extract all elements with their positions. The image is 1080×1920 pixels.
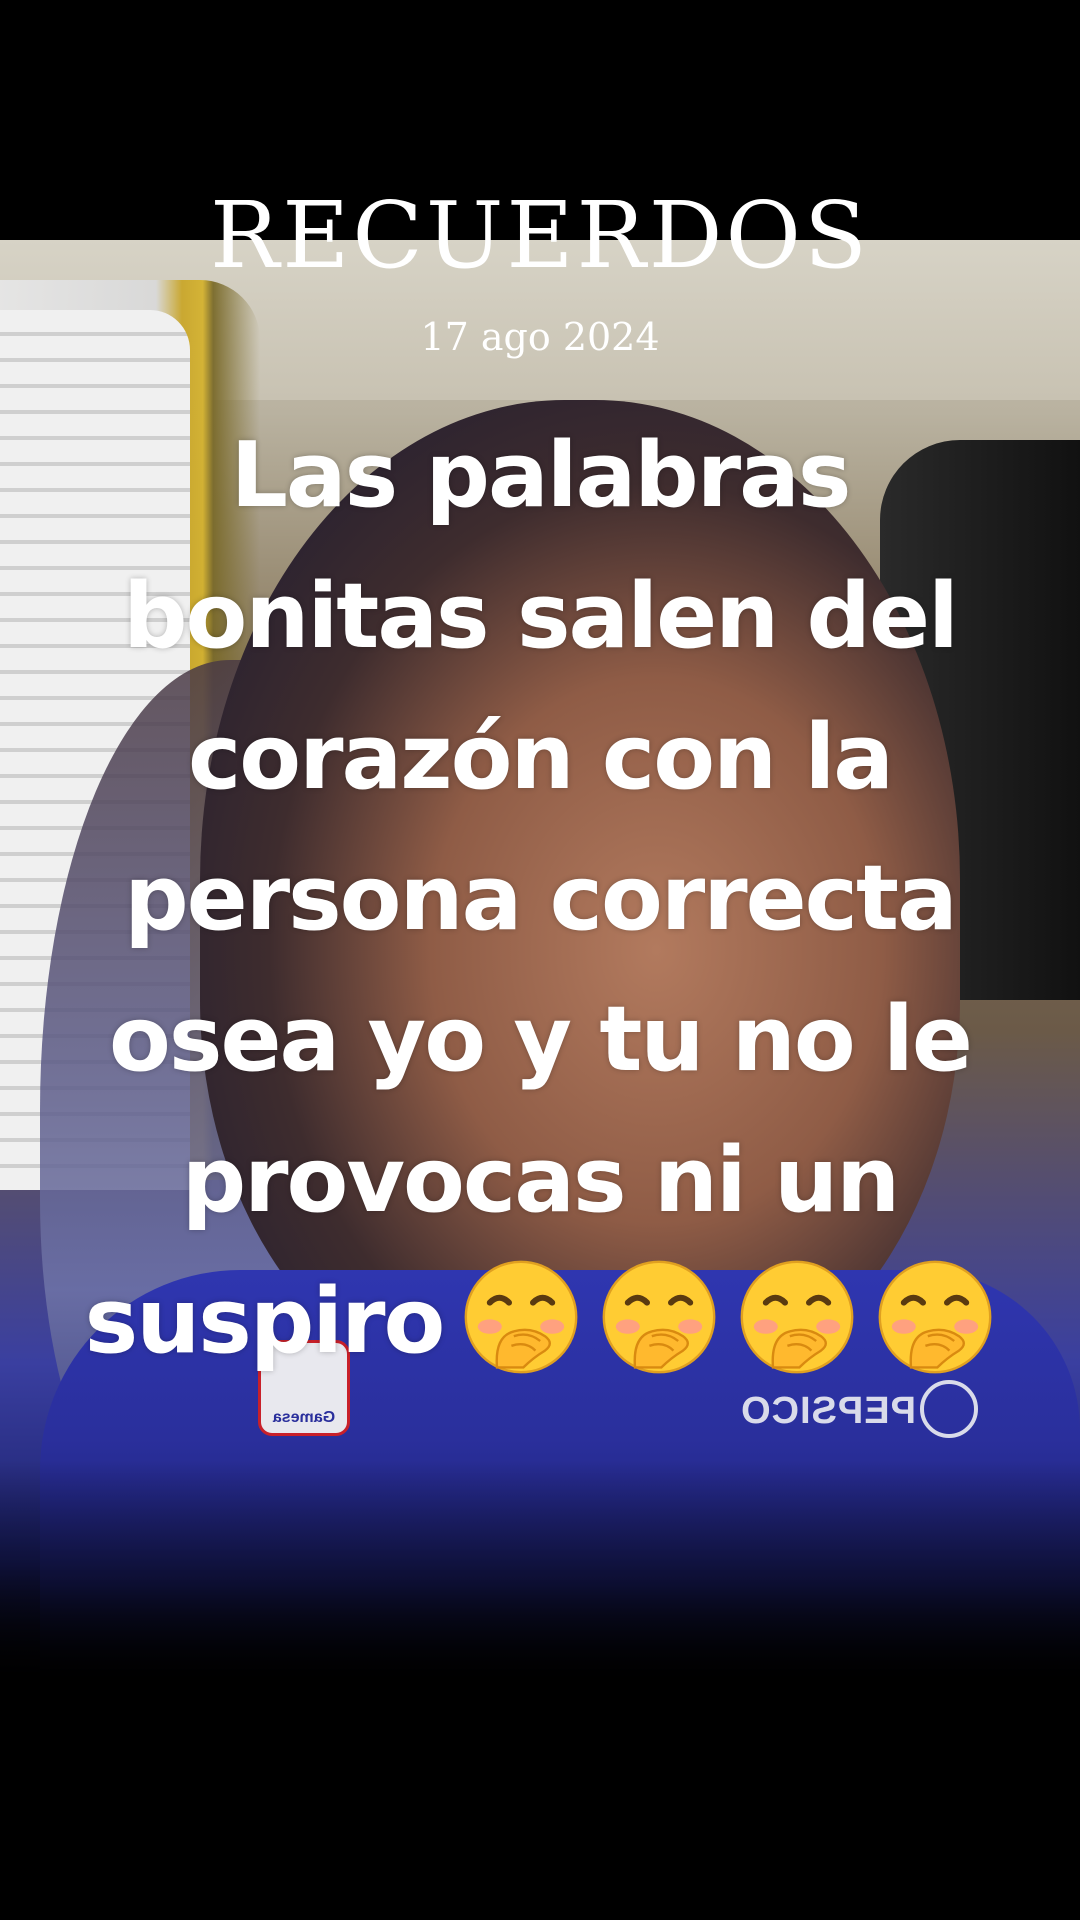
face-with-hand-over-mouth-icon bbox=[875, 1257, 995, 1377]
caption-line: corazón con la bbox=[187, 705, 894, 810]
memories-title: RECUERDOS bbox=[210, 182, 870, 289]
caption-line: suspiro bbox=[84, 1269, 446, 1374]
caption-line: bonitas salen del bbox=[123, 564, 959, 669]
memory-date: 17 ago 2024 bbox=[420, 315, 660, 359]
caption-line: provocas ni un bbox=[181, 1128, 901, 1233]
emoji-row bbox=[443, 1260, 995, 1374]
face-with-hand-over-mouth-icon bbox=[599, 1257, 719, 1377]
bottom-fade bbox=[0, 1460, 1080, 1680]
face-with-hand-over-mouth-icon bbox=[737, 1257, 857, 1377]
caption-last-line: suspiro bbox=[40, 1251, 1040, 1392]
face-with-hand-over-mouth-icon bbox=[461, 1257, 581, 1377]
caption-line: osea yo y tu no le bbox=[109, 987, 973, 1092]
caption-line: persona correcta bbox=[124, 846, 957, 951]
pepsico-logo-text: PEPSICO bbox=[740, 1390, 916, 1432]
caption-line: Las palabras bbox=[230, 423, 852, 528]
caption-text: Las palabras bonitas salen del corazón c… bbox=[40, 405, 1040, 1392]
gamesa-logo-text: Gamesa bbox=[272, 1409, 336, 1426]
story-screen: Gamesa PEPSICO RECUERDOS 17 ago 2024 Las… bbox=[0, 0, 1080, 1920]
